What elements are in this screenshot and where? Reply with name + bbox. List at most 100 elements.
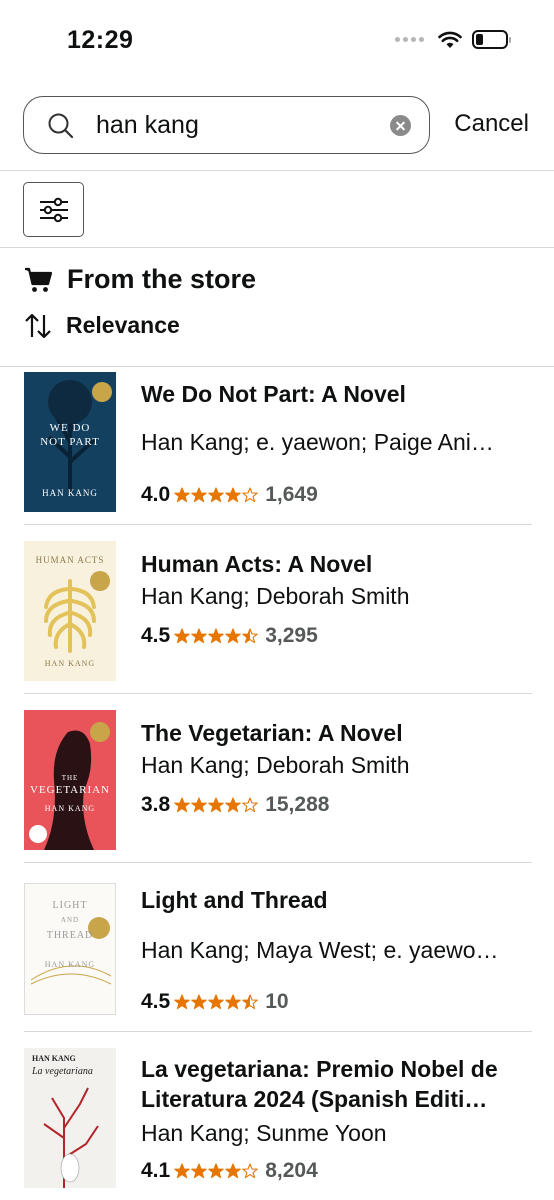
- star-full-icon: [225, 994, 241, 1010]
- rating-value: 4.5: [141, 624, 171, 647]
- search-icon: [48, 113, 74, 139]
- book-author: Han Kang; Deborah Smith: [141, 583, 410, 609]
- book-author: Han Kang; Sunme Yoon: [141, 1120, 387, 1146]
- book-cover[interactable]: LIGHT AND THREAD HAN KANG: [24, 883, 116, 1015]
- search-input[interactable]: [96, 107, 376, 143]
- star-rating-icon: [174, 628, 258, 644]
- star-full-icon: [191, 628, 207, 644]
- star-full-icon: [208, 1163, 224, 1179]
- result-item[interactable]: WE DO NOT PART HAN KANG We Do Not Part: …: [0, 366, 554, 526]
- cart-icon: [25, 267, 53, 292]
- star-full-icon: [225, 628, 241, 644]
- result-item[interactable]: THE VEGETARIAN HAN KANG The Vegetarian: …: [0, 694, 554, 862]
- wifi-icon: [438, 31, 462, 48]
- star-rating-icon: [174, 797, 258, 813]
- cover-author: HAN KANG: [44, 659, 96, 668]
- cover-title-line1: THE: [61, 774, 79, 782]
- cover-title-line2: AND: [60, 916, 80, 924]
- star-full-icon: [208, 628, 224, 644]
- star-full-icon: [174, 487, 190, 503]
- star-empty-icon: [242, 487, 258, 503]
- star-empty-icon: [242, 797, 258, 813]
- rating-row: 4.1 8,204: [141, 1156, 318, 1186]
- book-title[interactable]: The Vegetarian: A Novel: [141, 718, 536, 748]
- book-author: Han Kang; Maya West; e. yaewo…: [141, 937, 499, 963]
- star-full-icon: [208, 487, 224, 503]
- rating-row: 4.5 10: [141, 987, 289, 1017]
- status-bar: 12:29: [0, 0, 554, 80]
- status-time: 12:29: [67, 26, 134, 54]
- star-full-icon: [174, 797, 190, 813]
- store-header: From the store: [24, 264, 256, 295]
- book-cover[interactable]: WE DO NOT PART HAN KANG: [24, 372, 116, 512]
- rating-row: 3.8 15,288: [141, 790, 329, 820]
- rating-count: 10: [265, 990, 289, 1013]
- star-full-icon: [225, 487, 241, 503]
- star-full-icon: [174, 628, 190, 644]
- star-full-icon: [191, 994, 207, 1010]
- star-rating-icon: [174, 994, 258, 1010]
- divider: [0, 170, 554, 171]
- star-full-icon: [208, 797, 224, 813]
- filter-button[interactable]: [23, 182, 84, 237]
- search-field[interactable]: [23, 96, 430, 154]
- rating-value: 4.5: [141, 990, 171, 1013]
- rating-count: 15,288: [265, 793, 330, 816]
- star-half-icon: [242, 628, 258, 644]
- cover-title-line3: THREAD: [46, 930, 94, 941]
- cover-author: HAN KANG: [44, 960, 96, 969]
- star-full-icon: [191, 1163, 207, 1179]
- rating-count: 8,204: [265, 1159, 318, 1182]
- star-full-icon: [225, 1163, 241, 1179]
- sliders-icon: [39, 197, 68, 222]
- sort-arrows-icon: [25, 313, 51, 338]
- sort-control[interactable]: Relevance: [24, 312, 180, 339]
- rating-value: 4.0: [141, 483, 171, 506]
- status-indicators: [395, 30, 511, 49]
- search-bar: Cancel: [0, 96, 554, 156]
- result-item[interactable]: HAN KANG La vegetariana La vegetariana: …: [0, 1032, 554, 1200]
- star-full-icon: [208, 994, 224, 1010]
- battery-icon: [472, 30, 511, 49]
- divider: [0, 247, 554, 248]
- star-full-icon: [191, 797, 207, 813]
- rating-value: 4.1: [141, 1159, 171, 1182]
- result-item[interactable]: LIGHT AND THREAD HAN KANG Light and Thre…: [0, 863, 554, 1031]
- book-author: Han Kang; e. yaewon; Paige Ani…: [141, 429, 494, 455]
- rating-value: 3.8: [141, 793, 171, 816]
- book-cover[interactable]: THE VEGETARIAN HAN KANG: [24, 710, 116, 850]
- clear-search-icon[interactable]: [390, 115, 411, 136]
- book-title[interactable]: We Do Not Part: A Novel: [141, 379, 536, 409]
- cover-author: HAN KANG: [32, 1054, 76, 1063]
- cover-title-line1: WE DO: [49, 422, 91, 434]
- cover-title-line2: NOT PART: [40, 436, 100, 448]
- rating-row: 4.5 3,295: [141, 621, 318, 651]
- cancel-button[interactable]: Cancel: [454, 110, 529, 138]
- star-full-icon: [174, 1163, 190, 1179]
- book-title[interactable]: Light and Thread: [141, 885, 536, 915]
- book-title[interactable]: Human Acts: A Novel: [141, 549, 536, 579]
- rating-count: 3,295: [265, 624, 318, 647]
- star-rating-icon: [174, 487, 258, 503]
- result-item[interactable]: HUMAN ACTS HAN KANG Human Acts: A Novel …: [0, 525, 554, 693]
- cover-author: HAN KANG: [42, 488, 98, 498]
- cover-title-line2: VEGETARIAN: [30, 784, 110, 796]
- star-half-icon: [242, 1163, 258, 1179]
- cover-title-line1: LIGHT: [52, 900, 88, 911]
- star-half-icon: [242, 994, 258, 1010]
- star-half-icon: [225, 797, 241, 813]
- signal-icon: [395, 37, 424, 42]
- cover-author: HAN KANG: [44, 804, 96, 813]
- cover-title: La vegetariana: [32, 1066, 93, 1077]
- book-cover[interactable]: HUMAN ACTS HAN KANG: [24, 541, 116, 681]
- sort-label: Relevance: [66, 312, 180, 338]
- store-label: From the store: [67, 264, 257, 294]
- star-rating-icon: [174, 1163, 258, 1179]
- book-author: Han Kang; Deborah Smith: [141, 752, 410, 778]
- book-cover[interactable]: HAN KANG La vegetariana: [24, 1048, 116, 1188]
- cover-title-line1: HUMAN ACTS: [35, 555, 105, 565]
- rating-row: 4.0 1,649: [141, 480, 318, 510]
- rating-count: 1,649: [265, 483, 318, 506]
- book-title[interactable]: La vegetariana: Premio Nobel de Literatu…: [141, 1054, 536, 1114]
- star-full-icon: [191, 487, 207, 503]
